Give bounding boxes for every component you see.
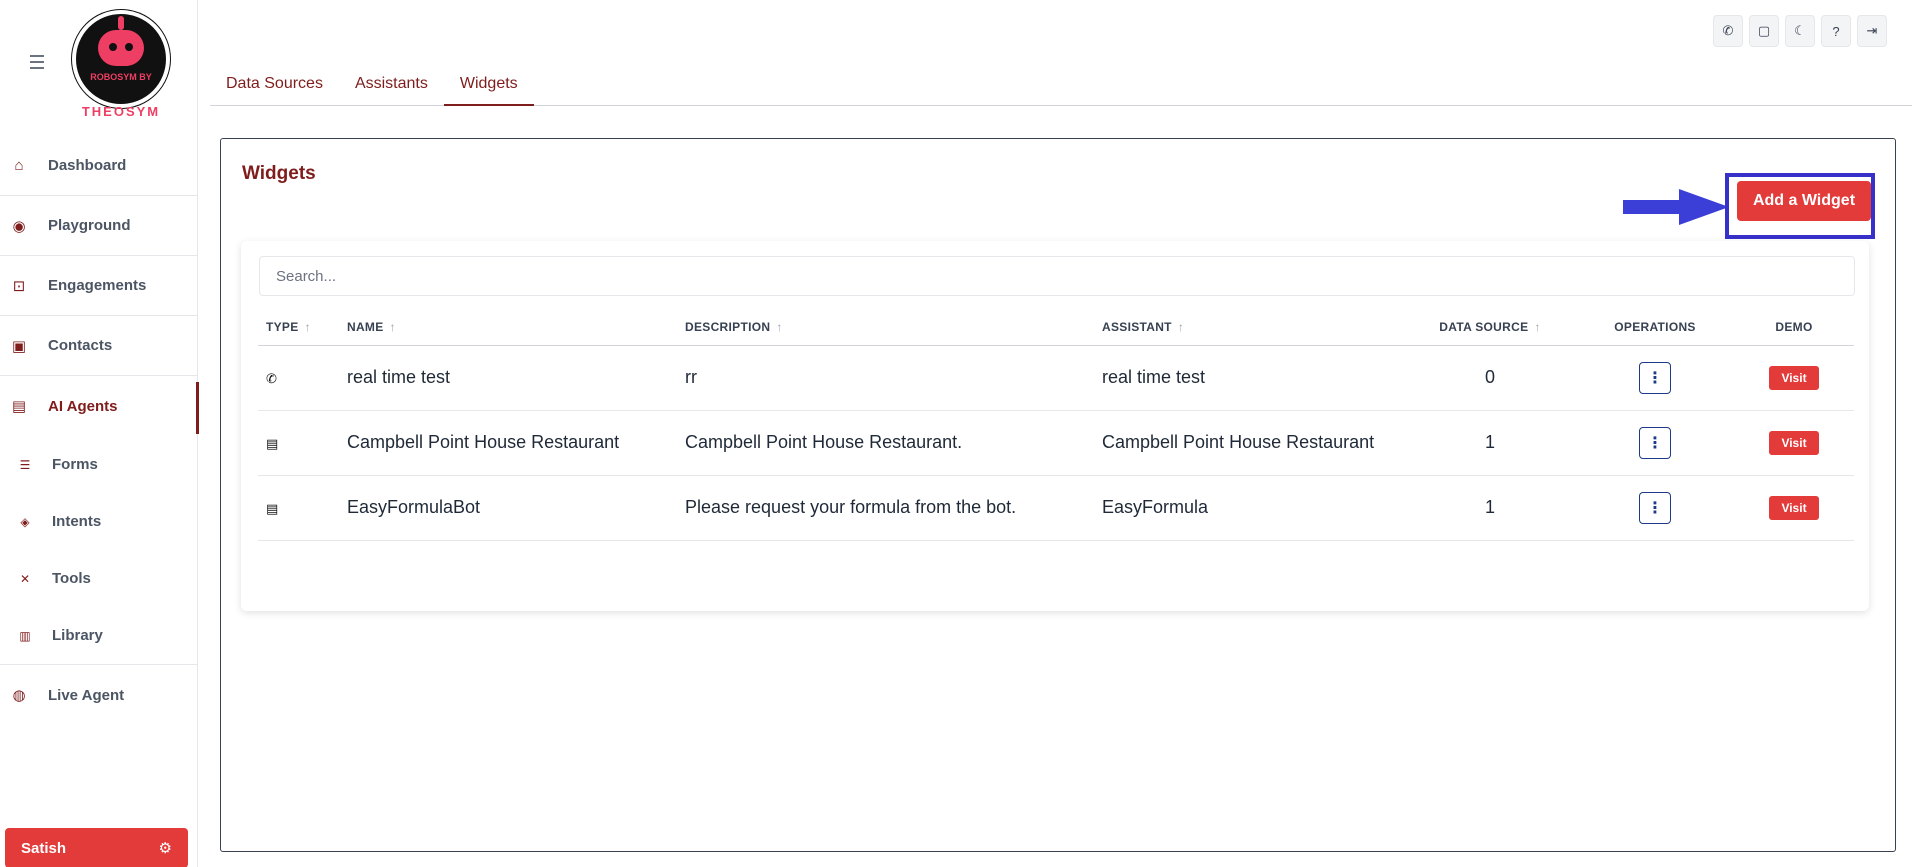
widget-assistant: EasyFormula	[1094, 475, 1404, 541]
activity-icon: ⊡	[12, 277, 26, 295]
column-header-operations: OPERATIONS	[1576, 309, 1734, 346]
sort-icon: ↑	[389, 319, 396, 334]
top-toolbar: ✆ ▢ ☾ ? ⇥	[1713, 15, 1887, 47]
sidebar-item-contacts[interactable]: ▣ Contacts	[0, 316, 198, 376]
help-icon[interactable]: ?	[1821, 15, 1851, 47]
widget-assistant: real time test	[1094, 345, 1404, 411]
sidebar-item-label: Playground	[48, 217, 131, 234]
column-header-assistant[interactable]: ASSISTANT ↑	[1094, 309, 1404, 346]
tab-widgets[interactable]: Widgets	[443, 68, 534, 106]
sidebar-item-label: Tools	[52, 570, 91, 587]
sidebar-item-tools[interactable]: ✕ Tools	[0, 550, 198, 607]
widgets-table: TYPE ↑ NAME ↑ DESCRIPTION ↑ ASSISTANT ↑ DATA…	[258, 309, 1854, 541]
column-header-demo: DEMO	[1734, 309, 1854, 346]
tab-assistants[interactable]: Assistants	[339, 68, 444, 106]
column-header-data-source[interactable]: DATA SOURCE ↑	[1404, 309, 1576, 346]
sort-icon: ↑	[304, 319, 311, 334]
more-options-button[interactable]: ⋮	[1639, 361, 1671, 394]
column-header-description[interactable]: DESCRIPTION ↑	[677, 309, 1094, 346]
theosym-wordmark: THEOSYM	[81, 104, 161, 119]
sidebar-item-forms[interactable]: ☰ Forms	[0, 436, 198, 493]
user-menu-button[interactable]: Satish ⚙	[5, 828, 188, 867]
sidebar-item-playground[interactable]: ◉ Playground	[0, 196, 198, 256]
search-input[interactable]	[259, 256, 1855, 296]
intent-icon: ◈	[20, 514, 30, 529]
list-icon: ☰	[19, 457, 31, 472]
sidebar-item-label: Dashboard	[48, 157, 127, 174]
arrow-right-icon	[1623, 189, 1729, 225]
table-header-row: TYPE ↑ NAME ↑ DESCRIPTION ↑ ASSISTANT ↑ DATA…	[258, 309, 1854, 346]
widget-data-source: 1	[1404, 410, 1576, 476]
sort-icon: ↑	[776, 319, 783, 334]
robosym-logo: ROBOSYM BY	[72, 10, 170, 108]
column-header-type[interactable]: TYPE ↑	[258, 309, 339, 346]
sidebar-item-label: Forms	[52, 456, 98, 473]
page-title: Widgets	[242, 163, 316, 184]
widget-name: Campbell Point House Restaurant	[339, 410, 677, 476]
html-file-icon: ▤	[266, 501, 279, 516]
phone-icon[interactable]: ✆	[1713, 15, 1743, 47]
tab-bar: Data Sources Assistants Widgets	[210, 68, 1912, 106]
widget-description: rr	[677, 345, 1094, 411]
add-widget-button[interactable]: Add a Widget	[1737, 181, 1871, 221]
hamburger-menu-icon[interactable]	[30, 55, 50, 71]
table-row: ▤ EasyFormulaBot Please request your for…	[258, 475, 1854, 541]
sidebar-item-live-agent[interactable]: ◍ Live Agent	[0, 665, 198, 725]
table-row: ✆ real time test rr real time test 0 ⋮ V…	[258, 345, 1854, 411]
sidebar: ROBOSYM BY THEOSYM ⌂ Dashboard ◉ Playgro…	[0, 0, 199, 867]
sort-icon: ↑	[1177, 319, 1185, 334]
sort-icon: ↑	[1534, 319, 1541, 334]
sidebar-item-engagements[interactable]: ⊡ Engagements	[0, 256, 198, 316]
column-header-name[interactable]: NAME ↑	[339, 309, 677, 346]
sidebar-item-label: AI Agents	[48, 397, 118, 415]
table-row: ▤ Campbell Point House Restaurant Campbe…	[258, 410, 1854, 476]
widget-data-source: 1	[1404, 475, 1576, 541]
tab-data-sources[interactable]: Data Sources	[210, 68, 339, 106]
widget-data-source: 0	[1404, 345, 1576, 411]
more-options-button[interactable]: ⋮	[1639, 426, 1671, 459]
more-options-button[interactable]: ⋮	[1639, 491, 1671, 524]
robot-icon: ▤	[11, 398, 27, 415]
visit-button[interactable]: Visit	[1769, 495, 1819, 520]
sidebar-item-label: Live Agent	[48, 686, 125, 704]
widget-description: Please request your formula from the bot…	[677, 475, 1094, 541]
ai-agents-submenu: ☰ Forms ◈ Intents ✕ Tools ▥ Library	[0, 436, 198, 665]
visit-button[interactable]: Visit	[1769, 430, 1819, 455]
html-file-icon: ▤	[266, 436, 279, 451]
widget-description: Campbell Point House Restaurant.	[677, 410, 1094, 476]
home-icon: ⌂	[14, 157, 24, 174]
sidebar-item-label: Intents	[52, 513, 102, 530]
widgets-panel: Widgets Add a Widget TYPE↑ NAME↑ DESCRIP…	[220, 138, 1896, 852]
user-name: Satish	[21, 839, 67, 857]
sidebar-nav: ⌂ Dashboard ◉ Playground ⊡ Engagements ▣…	[0, 136, 199, 725]
sidebar-item-label: Library	[52, 627, 103, 644]
gamepad-icon: ◉	[12, 217, 26, 235]
phone-icon: ✆	[266, 371, 277, 386]
moon-icon[interactable]: ☾	[1785, 15, 1815, 47]
chat-icon: ◍	[12, 687, 26, 704]
sidebar-item-intents[interactable]: ◈ Intents	[0, 493, 198, 550]
sidebar-item-label: Engagements	[48, 277, 147, 294]
widget-assistant: Campbell Point House Restaurant	[1094, 410, 1404, 476]
sidebar-item-dashboard[interactable]: ⌂ Dashboard	[0, 136, 198, 196]
library-icon: ▥	[19, 628, 31, 643]
widget-name: EasyFormulaBot	[339, 475, 677, 541]
visit-button[interactable]: Visit	[1769, 365, 1819, 390]
gear-icon[interactable]: ⚙	[159, 839, 172, 857]
widget-name: real time test	[339, 345, 677, 411]
contact-icon: ▣	[11, 337, 27, 355]
document-icon[interactable]: ▢	[1749, 15, 1779, 47]
tools-icon: ✕	[19, 571, 31, 586]
sidebar-item-label: Contacts	[48, 337, 113, 354]
sidebar-item-library[interactable]: ▥ Library	[0, 607, 198, 664]
logout-icon[interactable]: ⇥	[1857, 15, 1887, 47]
sidebar-item-ai-agents[interactable]: ▤ AI Agents	[0, 376, 199, 436]
